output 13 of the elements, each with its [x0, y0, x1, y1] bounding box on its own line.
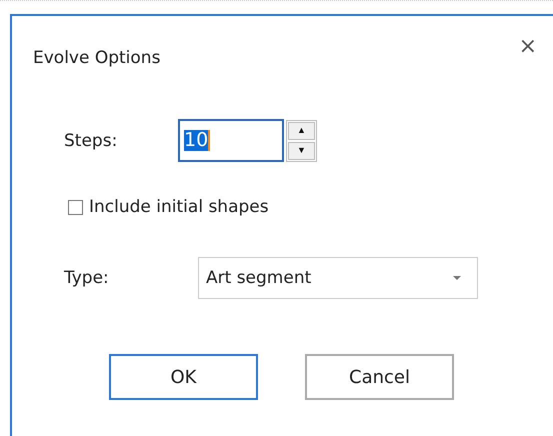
cancel-button[interactable]: Cancel [305, 354, 454, 400]
type-dropdown[interactable]: Art segment [198, 257, 478, 299]
checkbox[interactable] [68, 200, 83, 214]
dropdown-arrow-icon [453, 276, 461, 280]
steps-field[interactable]: 10 [178, 119, 284, 162]
steps-label: Steps: [63, 130, 118, 150]
checkbox-label: Include initial shapes [89, 197, 269, 217]
decrement-button[interactable]: ▼ [288, 142, 315, 160]
increment-button[interactable]: ▲ [288, 122, 315, 140]
window-title: Evolve Options [33, 48, 160, 68]
close-button[interactable]: × [518, 36, 537, 58]
type-label: Type: [63, 268, 110, 288]
ok-button[interactable]: OK [109, 354, 258, 400]
